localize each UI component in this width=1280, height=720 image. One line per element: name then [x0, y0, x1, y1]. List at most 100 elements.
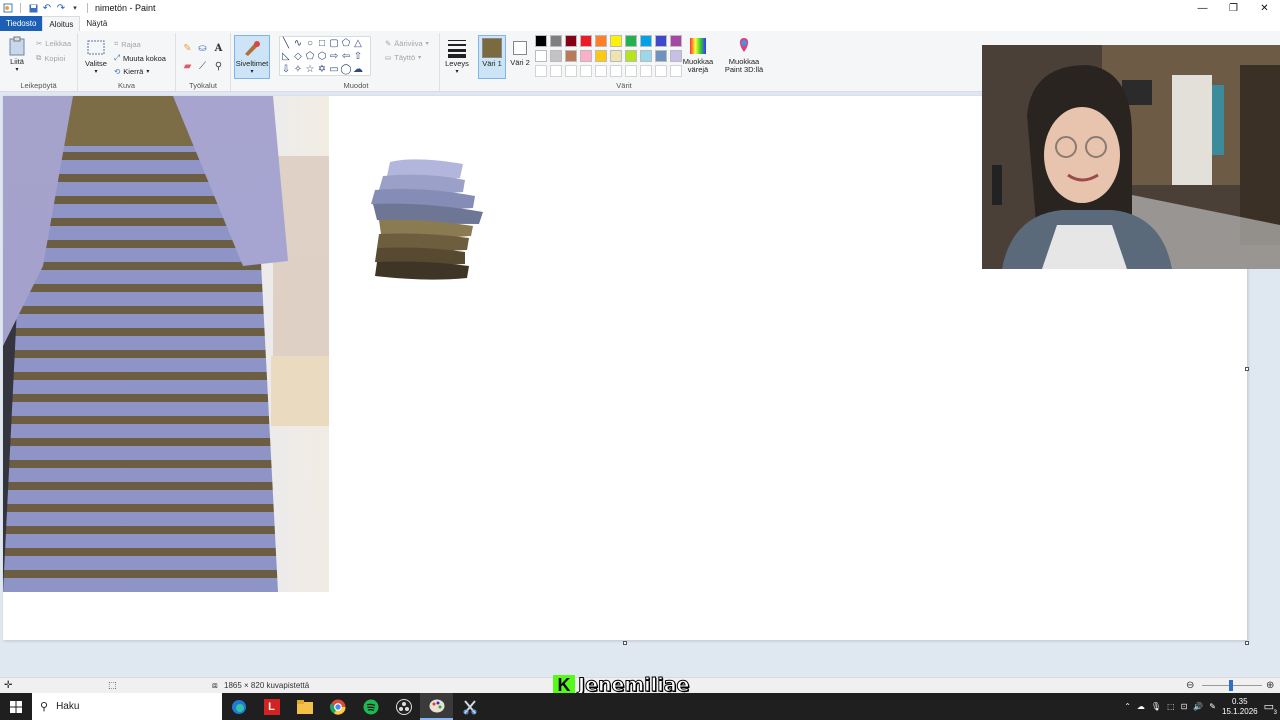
microphone-icon[interactable]: 🎙 [1151, 702, 1161, 711]
resize-handle-corner[interactable] [1245, 641, 1249, 645]
meet-now-icon[interactable]: ⬚ [1167, 702, 1175, 711]
palette-swatch[interactable] [655, 50, 667, 62]
rotate-button[interactable]: ⟲ Kierrä ▾ [114, 67, 149, 76]
taskbar-app-obs[interactable] [387, 693, 420, 720]
polygon-shape-icon[interactable]: ⬠ [340, 37, 352, 49]
diamond-shape-icon[interactable]: ◇ [292, 50, 304, 62]
palette-swatch[interactable] [565, 35, 577, 47]
palette-swatch[interactable] [580, 50, 592, 62]
palette-swatch[interactable] [595, 50, 607, 62]
resize-handle-right[interactable] [1245, 367, 1249, 371]
pen-icon[interactable]: ✎ [1209, 702, 1216, 711]
palette-swatch[interactable] [640, 35, 652, 47]
callout-rect-shape-icon[interactable]: ▭ [328, 63, 340, 75]
chevron-up-icon[interactable]: ⌃ [1124, 702, 1131, 711]
custom-color-slot[interactable] [655, 65, 667, 77]
tab-home[interactable]: Aloitus [42, 16, 81, 31]
palette-swatch[interactable] [565, 50, 577, 62]
pencil-icon[interactable]: ✎ [182, 43, 193, 54]
oval-shape-icon[interactable]: ○ [304, 37, 316, 49]
palette-swatch[interactable] [550, 50, 562, 62]
customize-qat-icon[interactable]: ▾ [70, 3, 80, 13]
redo-icon[interactable]: ↷ [56, 3, 66, 14]
tab-file[interactable]: Tiedosto [0, 16, 43, 31]
taskbar-app-snipping[interactable] [453, 693, 486, 720]
color1-button[interactable]: Väri 1 [478, 35, 506, 79]
palette-swatch[interactable] [550, 35, 562, 47]
copy-button[interactable]: ⧉ Kopioi [36, 53, 65, 63]
hexagon-shape-icon[interactable]: ⬡ [316, 50, 328, 62]
network-icon[interactable]: ⊡ [1181, 702, 1188, 711]
color2-button[interactable]: Väri 2 [508, 39, 532, 67]
palette-swatch[interactable] [535, 50, 547, 62]
cloud-icon[interactable]: ☁ [1137, 702, 1145, 711]
magnifier-icon[interactable]: ⚲ [213, 61, 224, 72]
palette-swatch[interactable] [535, 35, 547, 47]
custom-color-slot[interactable] [595, 65, 607, 77]
arrow-down-shape-icon[interactable]: ⇩ [280, 63, 292, 75]
start-button[interactable] [0, 693, 32, 720]
zoom-in-icon[interactable]: ⊕ [1266, 680, 1274, 691]
callout-oval-shape-icon[interactable]: ◯ [340, 63, 352, 75]
resize-handle-bottom[interactable] [623, 641, 627, 645]
resize-button[interactable]: ⤢ Muuta kokoa [114, 53, 166, 63]
tab-view[interactable]: Näytä [80, 16, 113, 31]
custom-color-slot[interactable] [580, 65, 592, 77]
right-triangle-shape-icon[interactable]: ◺ [280, 50, 292, 62]
pentagon-shape-icon[interactable]: ⬠ [304, 50, 316, 62]
close-button[interactable]: ✕ [1249, 0, 1280, 16]
eraser-icon[interactable]: ▰ [182, 61, 193, 72]
arrow-right-shape-icon[interactable]: ⇨ [328, 50, 340, 62]
taskbar-app-spotify[interactable] [354, 693, 387, 720]
palette-swatch[interactable] [610, 50, 622, 62]
palette-swatch[interactable] [625, 50, 637, 62]
taskbar-search[interactable]: ⚲ Haku [32, 693, 222, 720]
custom-color-slot[interactable] [610, 65, 622, 77]
undo-icon[interactable]: ↶ [42, 3, 52, 14]
taskbar-app-chrome[interactable] [321, 693, 354, 720]
taskbar-clock[interactable]: 0.35 15.1.2026 [1222, 697, 1258, 717]
zoom-slider-thumb[interactable] [1229, 680, 1233, 691]
taskbar-app-paint[interactable] [420, 693, 453, 720]
maximize-button[interactable]: ❐ [1218, 0, 1249, 16]
paint3d-button[interactable]: Muokkaa Paint 3D:llä [722, 36, 766, 74]
palette-swatch[interactable] [610, 35, 622, 47]
custom-color-slot[interactable] [535, 65, 547, 77]
volume-icon[interactable]: 🔊 [1193, 702, 1203, 711]
color-picker-icon[interactable]: ⟋ [197, 61, 208, 72]
cut-button[interactable]: ✂ Leikkaa [36, 39, 71, 48]
custom-color-slot[interactable] [550, 65, 562, 77]
palette-swatch[interactable] [595, 35, 607, 47]
palette-swatch[interactable] [655, 35, 667, 47]
fill-bucket-icon[interactable]: ⛀ [197, 43, 208, 54]
taskbar-app-explorer[interactable] [288, 693, 321, 720]
star5-shape-icon[interactable]: ☆ [304, 63, 316, 75]
arrow-up-shape-icon[interactable]: ⇧ [352, 50, 364, 62]
star4-shape-icon[interactable]: ✧ [292, 63, 304, 75]
custom-color-slot[interactable] [625, 65, 637, 77]
save-icon[interactable] [28, 3, 38, 13]
callout-cloud-shape-icon[interactable]: ☁ [352, 63, 364, 75]
fill-button[interactable]: ⛀ Täyttö ▾ [385, 53, 421, 62]
paste-button[interactable]: Liitä ▾ [6, 36, 28, 74]
crop-button[interactable]: ⌗ Rajaa [114, 39, 141, 49]
brushes-button[interactable]: Siveltimet ▾ [234, 35, 270, 79]
outline-button[interactable]: ✎ Ääriviiva ▾ [385, 39, 429, 48]
palette-swatch[interactable] [580, 35, 592, 47]
line-shape-icon[interactable]: ╲ [280, 37, 292, 49]
taskbar-app-red[interactable]: L [255, 693, 288, 720]
notifications-icon[interactable]: ▭ 3 [1264, 700, 1277, 716]
curve-shape-icon[interactable]: ∿ [292, 37, 304, 49]
shapes-gallery[interactable]: ╲ ∿ ○ □ ▢ ⬠ △ ◺ ◇ ⬠ ⬡ ⇨ ⇦ ⇧ ⇩ ✧ ☆ ✡ ▭ ◯ … [279, 36, 371, 76]
triangle-shape-icon[interactable]: △ [352, 37, 364, 49]
minimize-button[interactable]: — [1187, 0, 1218, 16]
zoom-out-icon[interactable]: ⊖ [1186, 680, 1194, 691]
size-button[interactable]: Leveys ▾ [444, 38, 470, 76]
rectangle-shape-icon[interactable]: □ [316, 37, 328, 49]
palette-swatch[interactable] [625, 35, 637, 47]
custom-color-slot[interactable] [640, 65, 652, 77]
palette-swatch[interactable] [640, 50, 652, 62]
edit-colors-button[interactable]: Muokkaa värejä [680, 36, 716, 74]
select-button[interactable]: Valitse ▾ [83, 38, 109, 76]
arrow-left-shape-icon[interactable]: ⇦ [340, 50, 352, 62]
